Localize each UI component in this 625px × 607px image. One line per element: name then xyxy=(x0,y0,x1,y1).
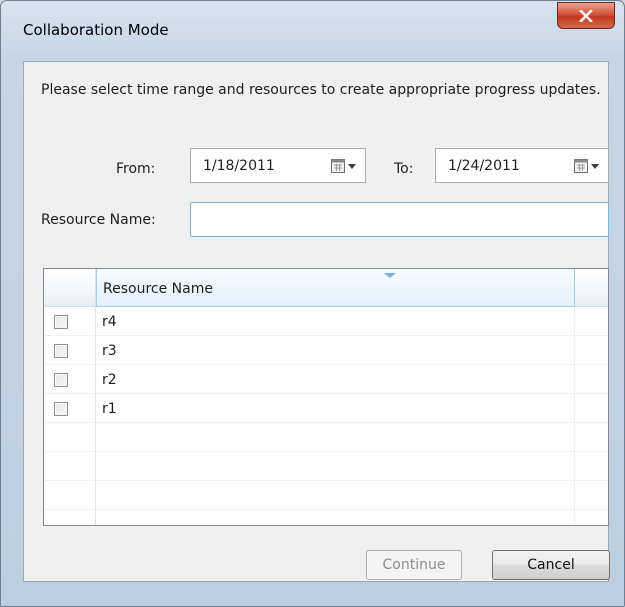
empty-row xyxy=(44,481,608,510)
empty-row xyxy=(44,423,608,452)
instruction-text: Please select time range and resources t… xyxy=(41,82,601,98)
dialog-title: Collaboration Mode xyxy=(23,21,169,39)
dialog-content: Please select time range and resources t… xyxy=(23,61,610,582)
checkbox-column-header xyxy=(44,269,96,307)
to-date-picker[interactable]: 1/24/2011 xyxy=(435,148,609,183)
resource-name-cell: r1 xyxy=(96,394,575,423)
from-label: From: xyxy=(116,161,156,177)
collaboration-mode-dialog: Collaboration Mode Please select time ra… xyxy=(0,0,625,607)
resource-name-cell: r4 xyxy=(96,307,575,336)
grid-rows: r4 r3 r2 r1 xyxy=(44,307,608,525)
row-checkbox[interactable] xyxy=(54,344,68,358)
check-cell xyxy=(44,365,96,394)
resource-name-label: Resource Name: xyxy=(41,212,156,228)
grid-header: Resource Name xyxy=(44,269,608,307)
empty-row xyxy=(44,452,608,481)
sort-arrow-icon xyxy=(384,273,396,278)
check-cell xyxy=(44,510,96,525)
row-checkbox[interactable] xyxy=(54,373,68,387)
close-icon xyxy=(579,9,593,22)
empty-cell xyxy=(96,423,575,452)
check-cell xyxy=(44,423,96,452)
table-row[interactable]: r2 xyxy=(44,365,608,394)
calendar-dropdown-icon[interactable] xyxy=(574,159,600,173)
empty-cell xyxy=(96,510,575,525)
table-row[interactable]: r1 xyxy=(44,394,608,423)
check-cell xyxy=(44,394,96,423)
table-row[interactable]: r3 xyxy=(44,336,608,365)
resource-name-cell: r2 xyxy=(96,365,575,394)
resource-name-cell: r3 xyxy=(96,336,575,365)
resource-name-input[interactable] xyxy=(190,202,609,237)
from-date-picker[interactable]: 1/18/2011 xyxy=(190,148,366,183)
calendar-dropdown-icon[interactable] xyxy=(331,159,357,173)
check-cell xyxy=(44,452,96,481)
row-checkbox[interactable] xyxy=(54,315,68,329)
title-bar: Collaboration Mode xyxy=(1,1,624,61)
cancel-button[interactable]: Cancel xyxy=(492,550,610,580)
table-row[interactable]: r4 xyxy=(44,307,608,336)
column-header-label: Resource Name xyxy=(103,281,213,297)
check-cell xyxy=(44,481,96,510)
resource-grid: Resource Name r4 r3 r2 r1 xyxy=(43,268,609,526)
from-date-value: 1/18/2011 xyxy=(203,157,275,174)
check-cell xyxy=(44,336,96,365)
close-button[interactable] xyxy=(557,2,615,29)
empty-cell xyxy=(96,452,575,481)
row-checkbox[interactable] xyxy=(54,402,68,416)
empty-row xyxy=(44,510,608,525)
to-label: To: xyxy=(394,161,414,177)
continue-button[interactable]: Continue xyxy=(366,550,462,580)
check-cell xyxy=(44,307,96,336)
to-date-value: 1/24/2011 xyxy=(448,157,520,174)
empty-cell xyxy=(96,481,575,510)
column-header-resource-name[interactable]: Resource Name xyxy=(96,269,575,307)
